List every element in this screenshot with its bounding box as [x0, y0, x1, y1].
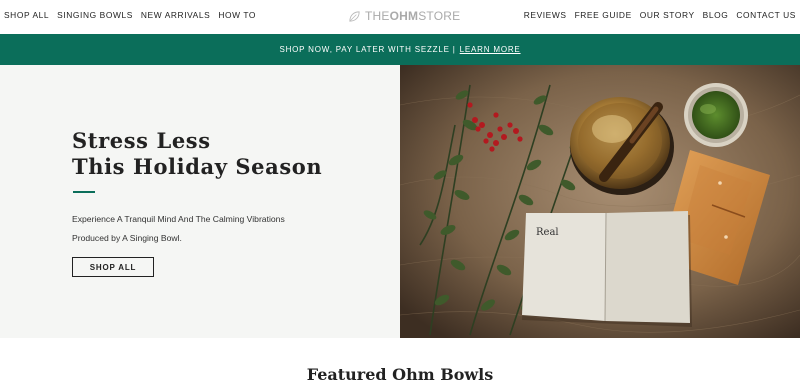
- learn-more-link[interactable]: LEARN MORE: [460, 45, 521, 54]
- nav-our-story[interactable]: OUR STORY: [640, 10, 695, 20]
- promo-banner: SHOP NOW, PAY LATER WITH SEZZLE | LEARN …: [0, 34, 800, 65]
- featured-section: Featured Ohm Bowls: [0, 338, 800, 392]
- store-logo[interactable]: THEOHMSTORE: [348, 9, 460, 23]
- logo-text: THEOHMSTORE: [365, 9, 461, 23]
- matcha-cup: [684, 83, 748, 147]
- hero-image: Real: [400, 65, 800, 338]
- nav-how-to[interactable]: HOW TO: [218, 10, 256, 20]
- hero-description: Experience A Tranquil Mind And The Calmi…: [72, 210, 285, 248]
- hero-title: Stress Less This Holiday Season: [72, 128, 322, 180]
- hero-description-line-2: Produced by A Singing Bowl.: [72, 233, 182, 243]
- hero-description-line-1: Experience A Tranquil Mind And The Calmi…: [72, 214, 285, 224]
- singing-bowl-still-life: Real: [400, 65, 800, 338]
- singing-bowl: [570, 97, 674, 195]
- shop-all-button[interactable]: SHOP ALL: [72, 257, 154, 277]
- nav-left-menu: SHOP ALL SINGING BOWLS NEW ARRIVALS HOW …: [4, 10, 264, 20]
- featured-title: Featured Ohm Bowls: [306, 365, 494, 384]
- nav-right-menu: REVIEWS FREE GUIDE OUR STORY BLOG CONTAC…: [516, 10, 796, 20]
- notebook-handwriting: Real: [536, 227, 559, 238]
- nav-contact-us[interactable]: CONTACT US: [736, 10, 796, 20]
- hero-text-panel: Stress Less This Holiday Season Experien…: [0, 65, 400, 338]
- nav-new-arrivals[interactable]: NEW ARRIVALS: [141, 10, 210, 20]
- top-navigation: SHOP ALL SINGING BOWLS NEW ARRIVALS HOW …: [0, 0, 800, 34]
- promo-text: SHOP NOW, PAY LATER WITH SEZZLE |: [279, 45, 456, 54]
- leaf-icon: [349, 10, 360, 22]
- nav-shop-all[interactable]: SHOP ALL: [4, 10, 49, 20]
- nav-blog[interactable]: BLOG: [703, 10, 729, 20]
- hero-title-line-2: This Holiday Season: [72, 154, 323, 179]
- nav-reviews[interactable]: REVIEWS: [524, 10, 567, 20]
- open-notebook: Real: [522, 211, 692, 327]
- hero-title-line-1: Stress Less: [72, 128, 211, 153]
- hero-divider: [73, 191, 95, 193]
- nav-free-guide[interactable]: FREE GUIDE: [575, 10, 632, 20]
- nav-singing-bowls[interactable]: SINGING BOWLS: [57, 10, 133, 20]
